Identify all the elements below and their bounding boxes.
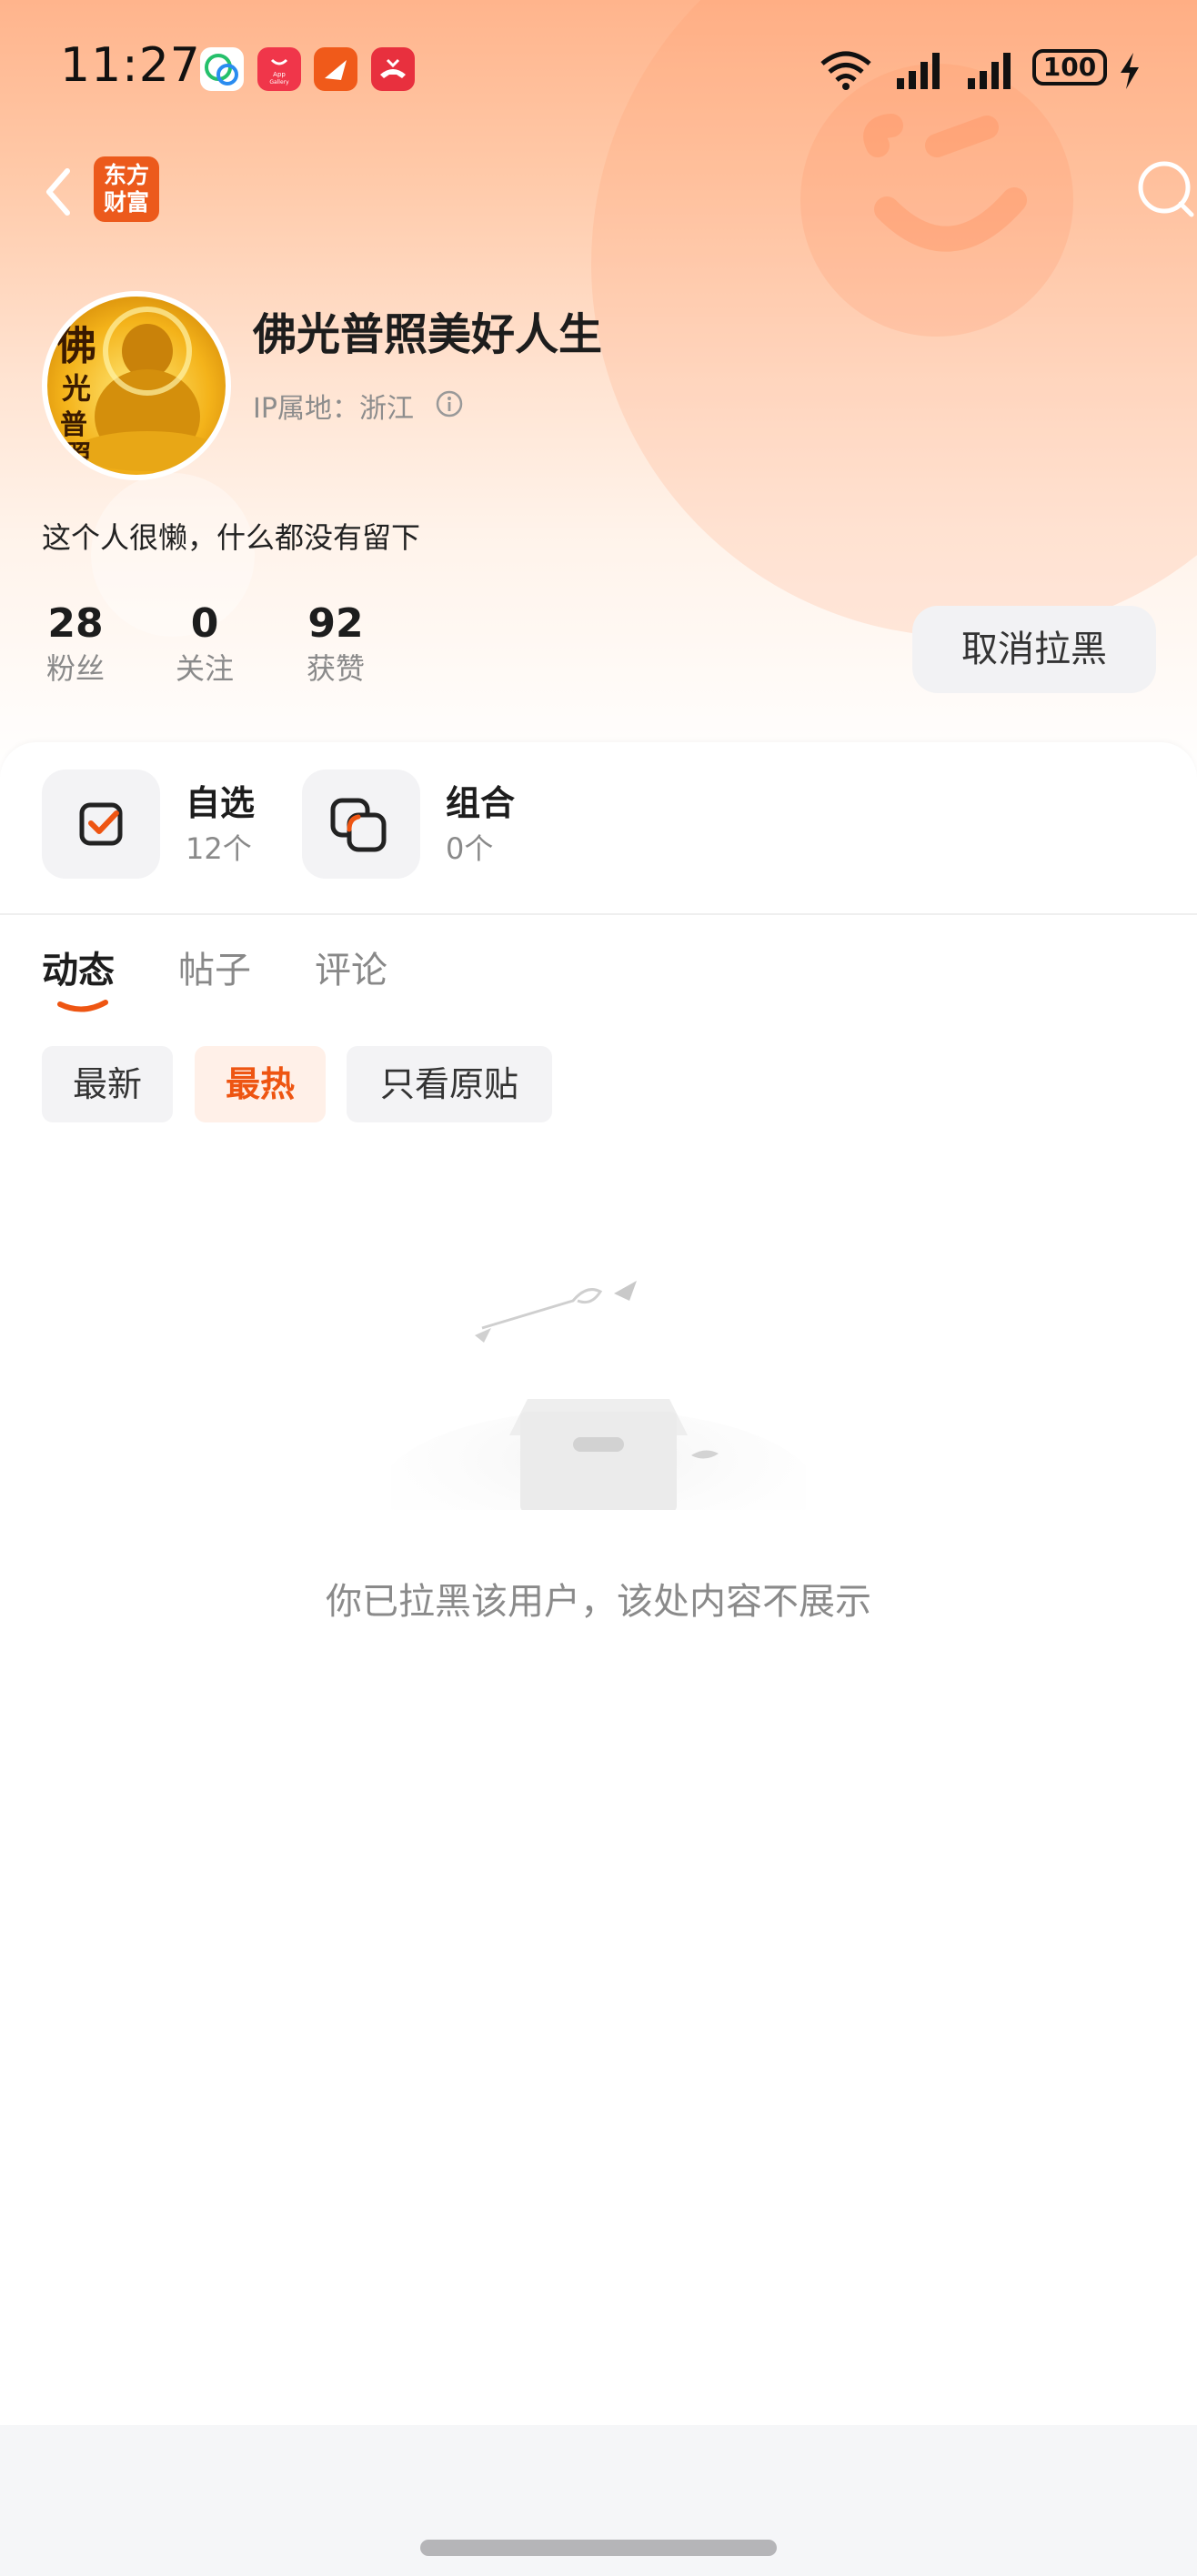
avatar[interactable]: 佛 光 普 照 (42, 291, 231, 480)
tab-activity[interactable]: 动态 (42, 941, 115, 993)
status-time: 11:27 (60, 38, 201, 93)
svg-text:App: App (273, 71, 286, 78)
filter-hottest[interactable]: 最热 (195, 1046, 326, 1122)
watchlist-card[interactable]: 自选 12个 (42, 770, 278, 879)
svg-text:Gallery: Gallery (269, 79, 289, 86)
tab-comments[interactable]: 评论 (315, 941, 387, 993)
portfolio-icon (302, 770, 420, 879)
stat-likes: 92 获赞 (281, 599, 390, 688)
app-gallery-icon: App Gallery (257, 47, 301, 91)
battery-level: 100 (1032, 49, 1107, 86)
portfolio-count: 0个 (446, 831, 494, 866)
ip-location: IP属地：浙江 (253, 393, 414, 425)
portfolio-title: 组合 (446, 783, 516, 823)
search-button[interactable] (1132, 156, 1197, 222)
filter-original-only[interactable]: 只看原贴 (347, 1046, 552, 1122)
info-icon[interactable] (435, 389, 464, 418)
app-logo: 东方 财富 (94, 156, 159, 222)
watchlist-icon (42, 770, 160, 879)
stat-followers-count: 28 (47, 600, 104, 647)
charging-icon (1121, 53, 1139, 89)
signal-icon (968, 53, 1011, 89)
stat-likes-count: 92 (307, 600, 364, 647)
chevron-left-icon (46, 168, 70, 216)
stat-following-count: 0 (190, 600, 219, 647)
filter-latest[interactable]: 最新 (42, 1046, 173, 1122)
watchlist-count: 12个 (186, 831, 252, 866)
avatar-text: 照 (65, 439, 92, 469)
empty-state-message: 你已拉黑该用户，该处内容不展示 (326, 1581, 871, 1623)
feishu-icon (314, 47, 357, 91)
empty-box-illustration (391, 1281, 806, 1510)
search-icon (1138, 161, 1194, 217)
avatar-text: 佛 (56, 323, 96, 369)
back-button[interactable] (36, 160, 86, 224)
home-indicator[interactable] (420, 2540, 777, 2556)
wechat-icon (200, 47, 244, 91)
stat-likes-label: 获赞 (306, 651, 365, 686)
logo-text-line2: 财富 (103, 189, 149, 216)
tab-posts[interactable]: 帖子 (178, 941, 251, 993)
wifi-icon (820, 51, 871, 90)
watchlist-title: 自选 (186, 783, 256, 823)
user-bio: 这个人很懒，什么都没有留下 (42, 520, 421, 555)
status-bar: 11:27 App Gallery 100 (0, 0, 1197, 146)
logo-text-line1: 东方 (103, 162, 149, 188)
stat-followers[interactable]: 28 粉丝 (21, 599, 130, 688)
unblock-button[interactable]: 取消拉黑 (912, 606, 1156, 693)
status-indicators: 100 (819, 42, 1146, 96)
stat-followers-label: 粉丝 (45, 651, 105, 686)
signal-icon (897, 53, 940, 89)
section-divider (0, 913, 1197, 915)
content-panel (0, 742, 1197, 2576)
username: 佛光普照美好人生 (253, 309, 603, 360)
stat-following-label: 关注 (175, 651, 234, 686)
portfolio-card[interactable]: 组合 0个 (302, 770, 538, 879)
active-tab-indicator (57, 1000, 108, 1012)
stat-following[interactable]: 0 关注 (150, 599, 259, 688)
missed-call-icon (371, 47, 415, 91)
